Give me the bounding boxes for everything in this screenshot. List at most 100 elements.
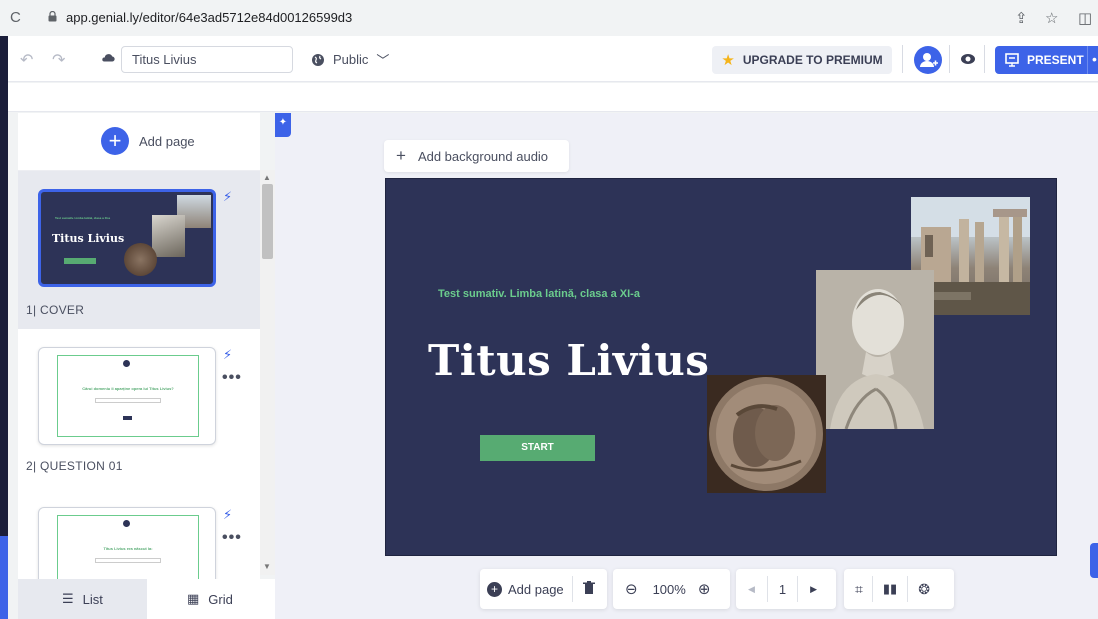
zoom-out-icon[interactable]: ⊖ bbox=[613, 580, 647, 598]
page-item-question-02[interactable]: Titus Livius era născut la: ⚡ ••• bbox=[18, 487, 260, 579]
preview-eye-icon[interactable] bbox=[960, 52, 976, 66]
globe-icon bbox=[312, 53, 324, 66]
fit-screen-icon[interactable]: ⌗ bbox=[844, 581, 872, 598]
thumb-question: Titus Livius era născut la: bbox=[103, 546, 153, 551]
divider bbox=[949, 45, 950, 73]
add-collaborator-button[interactable] bbox=[914, 46, 942, 74]
plus-icon: + bbox=[396, 146, 406, 165]
divider bbox=[984, 45, 985, 73]
page-actions-bar: + Add page bbox=[480, 569, 607, 609]
add-page-label: Add page bbox=[139, 134, 195, 149]
prev-page-icon[interactable]: ◀ bbox=[736, 584, 767, 595]
browser-address-bar: C app.genial.ly/editor/64e3ad5712e84d001… bbox=[0, 0, 1098, 36]
page-thumbnail[interactable]: Titus Livius era născut la: bbox=[38, 507, 216, 579]
upgrade-button[interactable]: ★ UPGRADE TO PREMIUM bbox=[712, 46, 892, 74]
share-icon[interactable]: ⇪ bbox=[1015, 9, 1028, 27]
delete-page-button[interactable] bbox=[573, 580, 605, 598]
roman-coin-image[interactable] bbox=[707, 375, 826, 493]
thumb-logo-dot bbox=[123, 520, 130, 527]
tab-list[interactable]: ☰ List bbox=[18, 579, 147, 619]
canvas-area: ✦ + Add background audio Test sumativ. L… bbox=[275, 113, 1098, 619]
page-number-input[interactable]: 1 bbox=[768, 582, 797, 597]
present-button[interactable]: PRESENT bbox=[995, 46, 1093, 74]
magic-wand-icon[interactable]: ⚡ bbox=[223, 347, 232, 363]
page-thumbnail[interactable]: Cărui domeniu îi aparține opera lui Titu… bbox=[38, 347, 216, 445]
thumb-start bbox=[64, 258, 96, 264]
star-icon[interactable]: ☆ bbox=[1045, 9, 1058, 27]
scroll-thumb[interactable] bbox=[262, 184, 273, 259]
chevron-down-icon: ﹀ bbox=[376, 53, 390, 68]
more-options-icon[interactable]: ••• bbox=[222, 529, 242, 547]
thumb-logo-dot bbox=[123, 360, 130, 367]
add-page-bottom-label: Add page bbox=[508, 581, 564, 597]
page-item-question-01[interactable]: Cărui domeniu îi aparține opera lui Titu… bbox=[18, 329, 260, 487]
titus-livius-bust-image[interactable] bbox=[816, 270, 934, 429]
secondary-toolbar bbox=[8, 83, 1098, 112]
magic-wand-icon[interactable]: ⚡ bbox=[223, 507, 232, 523]
redo-icon[interactable]: ↷ bbox=[52, 50, 65, 70]
thumb-frame bbox=[57, 355, 199, 437]
zoom-in-icon[interactable]: ⊕ bbox=[692, 580, 717, 598]
right-panel-toggle[interactable] bbox=[1090, 543, 1098, 578]
slide-canvas[interactable]: Test sumativ. Limba latină, clasa a XI-a… bbox=[385, 178, 1057, 556]
interactivity-icon[interactable]: ❂ bbox=[908, 581, 940, 598]
tab-grid-label: Grid bbox=[208, 591, 233, 607]
plus-icon[interactable]: + bbox=[101, 127, 129, 155]
present-label: PRESENT bbox=[1027, 53, 1084, 67]
thumb-title: Titus Livius bbox=[52, 232, 125, 245]
thumb-image-coin bbox=[124, 243, 157, 276]
reload-icon[interactable]: C bbox=[10, 9, 21, 26]
thumb-question: Cărui domeniu îi aparține opera lui Titu… bbox=[82, 386, 174, 391]
zoom-level[interactable]: 100% bbox=[647, 582, 692, 597]
thumb-button bbox=[123, 416, 132, 420]
slide-title[interactable]: Titus Livius bbox=[428, 336, 709, 385]
cloud-saved-icon bbox=[102, 54, 115, 62]
page-item-cover[interactable]: Test sumativ. Limba latină, clasa a XI-a… bbox=[18, 171, 260, 329]
lock-icon bbox=[48, 11, 57, 22]
list-icon: ☰ bbox=[62, 591, 74, 606]
visibility-label: Public bbox=[333, 52, 369, 67]
thumb-image-bust bbox=[152, 215, 185, 257]
page-label: 1| COVER bbox=[26, 303, 85, 317]
pin-icon[interactable]: ✦ bbox=[275, 113, 291, 137]
more-options-icon[interactable]: ••• bbox=[222, 369, 242, 387]
zoom-bar: ⊖ 100% ⊕ bbox=[613, 569, 730, 609]
upgrade-label: UPGRADE TO PREMIUM bbox=[742, 53, 883, 67]
present-options-button[interactable]: • bbox=[1087, 46, 1098, 74]
add-page-row[interactable]: + Add page bbox=[18, 113, 260, 171]
tab-list-label: List bbox=[82, 591, 103, 607]
view-options-bar: ⌗ ▮▮ ❂ bbox=[844, 569, 954, 609]
add-background-audio-button[interactable]: + Add background audio bbox=[384, 140, 569, 172]
thumb-subtitle: Test sumativ. Limba latină, clasa a XI-a bbox=[55, 216, 111, 220]
url-text[interactable]: app.genial.ly/editor/64e3ad5712e84d00126… bbox=[66, 10, 352, 25]
scroll-down-icon[interactable]: ▼ bbox=[263, 562, 271, 571]
layout-columns-icon[interactable]: ▮▮ bbox=[873, 581, 907, 597]
grid-icon: ▦ bbox=[187, 591, 200, 606]
bg-audio-label: Add background audio bbox=[417, 148, 549, 164]
thumb-answers bbox=[95, 558, 161, 563]
side-panel-icon[interactable]: ◫ bbox=[1078, 9, 1092, 27]
visibility-dropdown[interactable]: Public ﹀ bbox=[311, 50, 389, 69]
view-tabs: ☰ List ▦ Grid bbox=[18, 579, 275, 619]
magic-wand-icon[interactable]: ⚡ bbox=[223, 189, 232, 205]
page-label: 2| QUESTION 01 bbox=[26, 459, 123, 473]
scroll-up-icon[interactable]: ▲ bbox=[263, 173, 271, 182]
undo-icon[interactable]: ↶ bbox=[20, 50, 33, 70]
pagination-bar: ◀ 1 ▶ bbox=[736, 569, 836, 609]
title-input[interactable]: Titus Livius bbox=[121, 46, 293, 73]
user-plus-icon bbox=[920, 53, 938, 67]
trash-icon bbox=[582, 580, 595, 594]
star-badge-icon: ★ bbox=[721, 52, 735, 69]
next-page-icon[interactable]: ▶ bbox=[798, 584, 829, 595]
divider bbox=[902, 45, 903, 73]
tab-grid[interactable]: ▦ Grid bbox=[147, 579, 275, 619]
plus-circle-icon: + bbox=[487, 581, 502, 597]
left-edge-strip bbox=[0, 36, 8, 619]
start-button[interactable]: START bbox=[480, 435, 595, 461]
page-thumbnail[interactable]: Test sumativ. Limba latină, clasa a XI-a… bbox=[38, 189, 216, 287]
add-page-bottom-button[interactable]: + Add page bbox=[480, 581, 572, 597]
thumb-answers bbox=[95, 398, 161, 403]
sidebar-scrollbar[interactable]: ▲ ▼ bbox=[260, 170, 275, 575]
present-icon bbox=[1005, 53, 1019, 67]
slide-subtitle[interactable]: Test sumativ. Limba latină, clasa a XI-a bbox=[438, 288, 640, 300]
